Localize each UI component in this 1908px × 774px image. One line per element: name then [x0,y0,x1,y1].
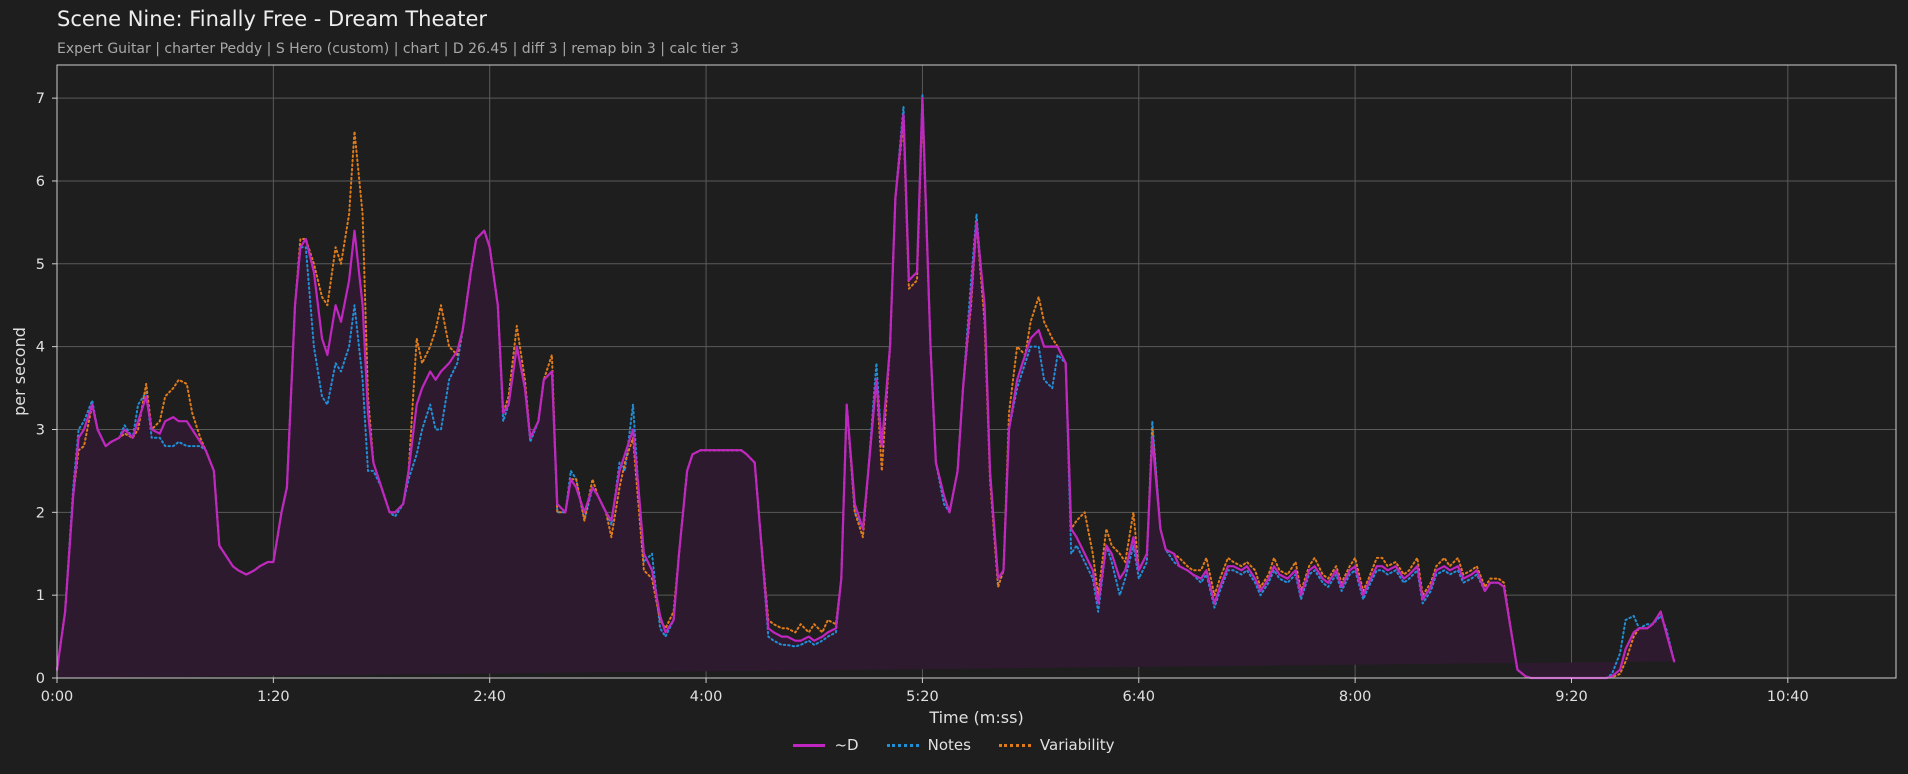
legend-item-notes: Notes [886,736,971,754]
legend-label-d: ~D [834,736,859,754]
y-tick-label: 1 [36,588,45,604]
y-axis-label: per second [10,327,29,416]
x-tick-label: 1:20 [257,689,290,705]
x-tick-label: 2:40 [473,689,506,705]
legend-label-variability: Variability [1039,736,1115,754]
line-chart: 0:00 1:20 2:40 4:00 5:20 6:40 8:00 9:20 10:40 0 1… [10,64,1897,727]
y-tick-label: 4 [36,340,45,356]
x-tick-label: 9:20 [1555,689,1588,705]
x-tick-label: 10:40 [1767,689,1809,705]
legend-item-variability: Variability [998,736,1115,754]
area-fill-layer [57,98,1675,679]
x-axis-ticks: 0:00 1:20 2:40 4:00 5:20 6:40 8:00 9:20 10:40 [41,678,1809,705]
x-tick-label: 6:40 [1122,689,1155,705]
legend-swatch-notes [886,743,919,747]
x-tick-label: 4:00 [690,689,723,705]
legend-swatch-variability [998,743,1031,747]
y-tick-label: 7 [36,91,45,107]
y-axis-ticks: 0 1 2 3 4 5 6 7 [36,91,57,687]
y-tick-label: 0 [36,671,45,687]
x-tick-label: 5:20 [906,689,939,705]
x-tick-label: 0:00 [41,689,74,705]
x-axis-label: Time (m:ss) [928,708,1023,727]
legend-swatch-d [793,743,826,747]
legend: ~D Notes Variability [0,736,1908,754]
y-tick-label: 2 [36,505,45,521]
legend-item-d: ~D [793,736,859,754]
y-tick-label: 5 [36,257,45,273]
d-area-fill [57,98,1675,679]
x-tick-label: 8:00 [1339,689,1372,705]
y-tick-label: 3 [36,422,45,438]
y-tick-label: 6 [36,174,45,190]
legend-label-notes: Notes [927,736,971,754]
